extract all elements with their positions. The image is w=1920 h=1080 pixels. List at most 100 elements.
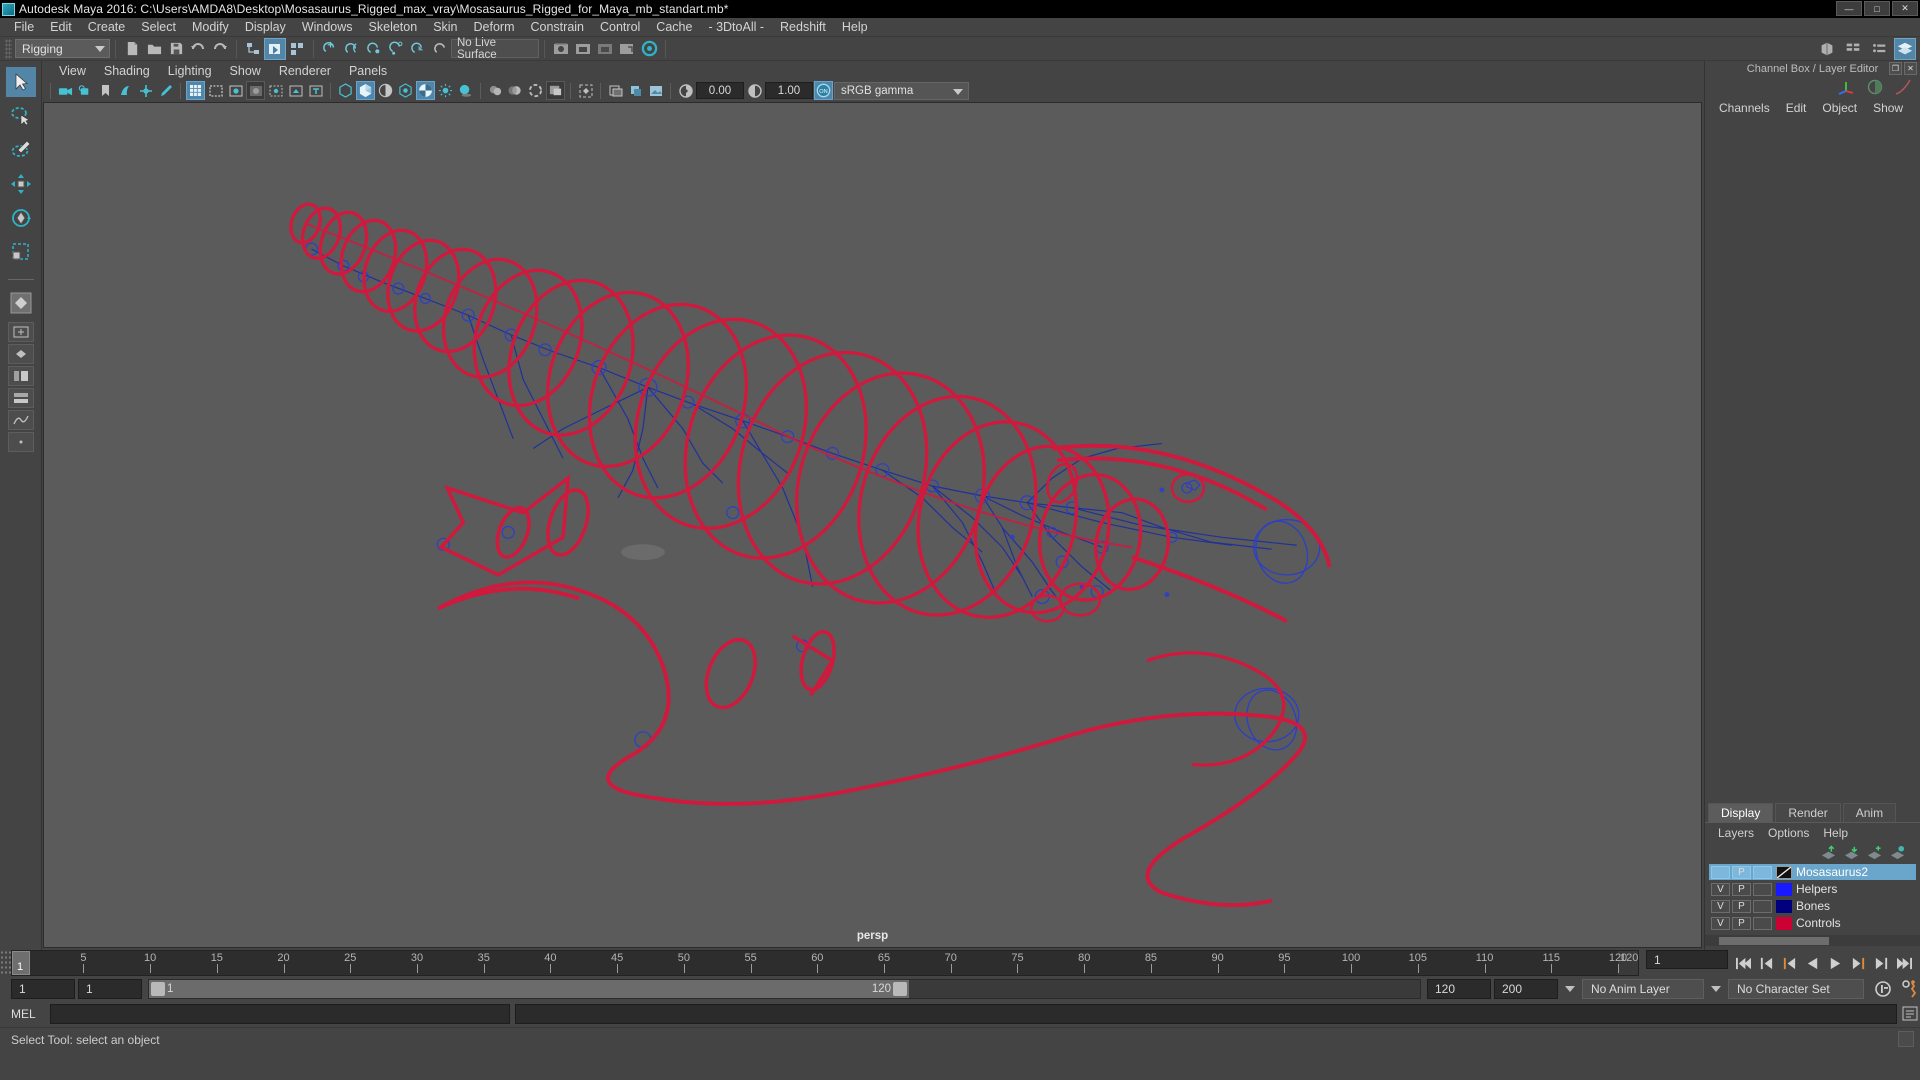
- tab-display[interactable]: Display: [1708, 803, 1774, 822]
- layer-display-type-toggle[interactable]: [1753, 899, 1772, 913]
- character-set-selector[interactable]: No Character Set: [1728, 978, 1864, 999]
- menu-constrain[interactable]: Constrain: [523, 18, 593, 37]
- move-tool[interactable]: [6, 169, 36, 199]
- color-profile-selector[interactable]: sRGB gamma: [834, 81, 969, 100]
- layer-row[interactable]: V P Bones: [1709, 898, 1916, 914]
- gate-mask-icon[interactable]: [246, 81, 265, 100]
- make-live-icon[interactable]: [429, 38, 451, 60]
- undo-icon[interactable]: [187, 38, 209, 60]
- show-hide-tool-settings-icon[interactable]: [1868, 38, 1890, 60]
- rotate-tool[interactable]: [6, 203, 36, 233]
- panel-menu-shading[interactable]: Shading: [95, 64, 159, 78]
- menu-help[interactable]: Help: [834, 18, 876, 37]
- layer-visibility-toggle[interactable]: V: [1711, 916, 1730, 930]
- open-scene-icon[interactable]: [143, 38, 165, 60]
- menu-cache[interactable]: Cache: [648, 18, 700, 37]
- layer-playback-toggle[interactable]: P: [1732, 916, 1751, 930]
- xray-toggle-icon[interactable]: [266, 81, 285, 100]
- isolate-select-icon[interactable]: [576, 81, 595, 100]
- save-scene-icon[interactable]: [165, 38, 187, 60]
- exposure-field[interactable]: 0.00: [696, 82, 744, 99]
- snap-point-icon[interactable]: [363, 38, 385, 60]
- panel-menu-panels[interactable]: Panels: [340, 64, 396, 78]
- toolbar-grip[interactable]: [5, 38, 12, 59]
- screen-space-ao-icon[interactable]: [486, 81, 505, 100]
- scrollbar-thumb[interactable]: [1719, 936, 1829, 945]
- last-tool-icon[interactable]: [6, 288, 36, 318]
- select-object-icon[interactable]: [264, 37, 286, 60]
- shade-wireframe-icon[interactable]: [376, 81, 395, 100]
- menu-control[interactable]: Control: [592, 18, 648, 37]
- playback-start-time-field[interactable]: 1: [78, 978, 142, 999]
- command-language-label[interactable]: MEL: [11, 1007, 45, 1021]
- menu-file[interactable]: File: [6, 18, 42, 37]
- shadows-toggle-icon[interactable]: [456, 81, 475, 100]
- new-layer-icon[interactable]: [1866, 845, 1883, 860]
- exposure-icon[interactable]: [676, 81, 695, 100]
- xray-active-components-icon[interactable]: [306, 81, 325, 100]
- layer-row[interactable]: V P Controls: [1709, 915, 1916, 931]
- maximize-button[interactable]: □: [1864, 1, 1890, 16]
- select-camera-icon[interactable]: [56, 81, 75, 100]
- show-hide-modeling-toolkit-icon[interactable]: [1816, 38, 1838, 60]
- panel-layout-a-icon[interactable]: [606, 81, 625, 100]
- grease-pencil-icon[interactable]: [156, 81, 175, 100]
- show-hide-channel-box-icon[interactable]: [1894, 38, 1916, 60]
- select-component-icon[interactable]: [286, 38, 308, 60]
- layout-single-icon[interactable]: [7, 322, 34, 342]
- menu-modify[interactable]: Modify: [184, 18, 237, 37]
- bookmark-icon[interactable]: [96, 81, 115, 100]
- panel-menu-renderer[interactable]: Renderer: [270, 64, 340, 78]
- move-layer-down-icon[interactable]: [1843, 845, 1860, 860]
- layer-visibility-toggle[interactable]: V: [1711, 882, 1730, 896]
- menu-windows[interactable]: Windows: [294, 18, 361, 37]
- redshift-render-icon[interactable]: [638, 38, 660, 60]
- render-settings-icon[interactable]: [616, 38, 638, 60]
- layer-row[interactable]: V P Helpers: [1709, 881, 1916, 897]
- status-indicator-icon[interactable]: [1898, 1031, 1914, 1047]
- camera-attributes-icon[interactable]: [76, 81, 95, 100]
- layer-menu-help[interactable]: Help: [1816, 826, 1855, 840]
- step-forward-frame-icon[interactable]: [1849, 954, 1868, 973]
- smooth-shade-all-icon[interactable]: [356, 81, 375, 100]
- menu-edit[interactable]: Edit: [42, 18, 80, 37]
- gamma-icon[interactable]: [745, 81, 764, 100]
- tab-render[interactable]: Render: [1775, 803, 1841, 822]
- snap-projected-icon[interactable]: [385, 38, 407, 60]
- paint-select-tool[interactable]: [6, 135, 36, 165]
- live-surface-field[interactable]: No Live Surface: [451, 37, 539, 61]
- show-hide-attribute-editor-icon[interactable]: [1842, 38, 1864, 60]
- channel-menu-show[interactable]: Show: [1865, 101, 1911, 115]
- wireframe-shading-icon[interactable]: [336, 81, 355, 100]
- play-forwards-icon[interactable]: [1826, 954, 1845, 973]
- select-hierarchy-icon[interactable]: [242, 38, 264, 60]
- layer-playback-toggle[interactable]: P: [1732, 899, 1751, 913]
- range-start-handle[interactable]: [151, 981, 165, 996]
- move-layer-up-icon[interactable]: [1820, 844, 1837, 860]
- depth-of-field-icon[interactable]: [546, 81, 565, 100]
- layer-visibility-toggle[interactable]: [1711, 865, 1730, 879]
- go-to-start-icon[interactable]: [1734, 954, 1753, 973]
- layer-color-swatch[interactable]: [1776, 916, 1792, 930]
- layer-display-type-toggle[interactable]: [1753, 865, 1772, 879]
- panel-float-icon[interactable]: ❐: [1889, 62, 1902, 75]
- auto-keyframe-icon[interactable]: [1873, 979, 1893, 999]
- menu-display[interactable]: Display: [237, 18, 294, 37]
- anim-layer-selector[interactable]: No Anim Layer: [1582, 978, 1704, 999]
- layer-playback-toggle[interactable]: P: [1732, 865, 1751, 879]
- render-sequence-icon[interactable]: [572, 38, 594, 60]
- menu-3dtoall[interactable]: - 3DtoAll -: [700, 18, 772, 37]
- step-back-frame-icon[interactable]: [1780, 954, 1799, 973]
- tab-anim[interactable]: Anim: [1842, 803, 1897, 822]
- image-plane-icon[interactable]: [116, 81, 135, 100]
- panel-close-icon[interactable]: ✕: [1904, 62, 1917, 75]
- panel-menu-show[interactable]: Show: [221, 64, 270, 78]
- redo-icon[interactable]: [209, 38, 231, 60]
- layer-display-type-toggle[interactable]: [1753, 882, 1772, 896]
- multisample-aa-icon[interactable]: [526, 81, 545, 100]
- step-back-keyframe-icon[interactable]: [1757, 954, 1776, 973]
- lighting-toggle-icon[interactable]: [436, 81, 455, 100]
- layout-persp-outliner-icon[interactable]: [7, 366, 34, 386]
- grid-toggle-icon[interactable]: [186, 81, 205, 100]
- step-forward-keyframe-icon[interactable]: [1872, 954, 1891, 973]
